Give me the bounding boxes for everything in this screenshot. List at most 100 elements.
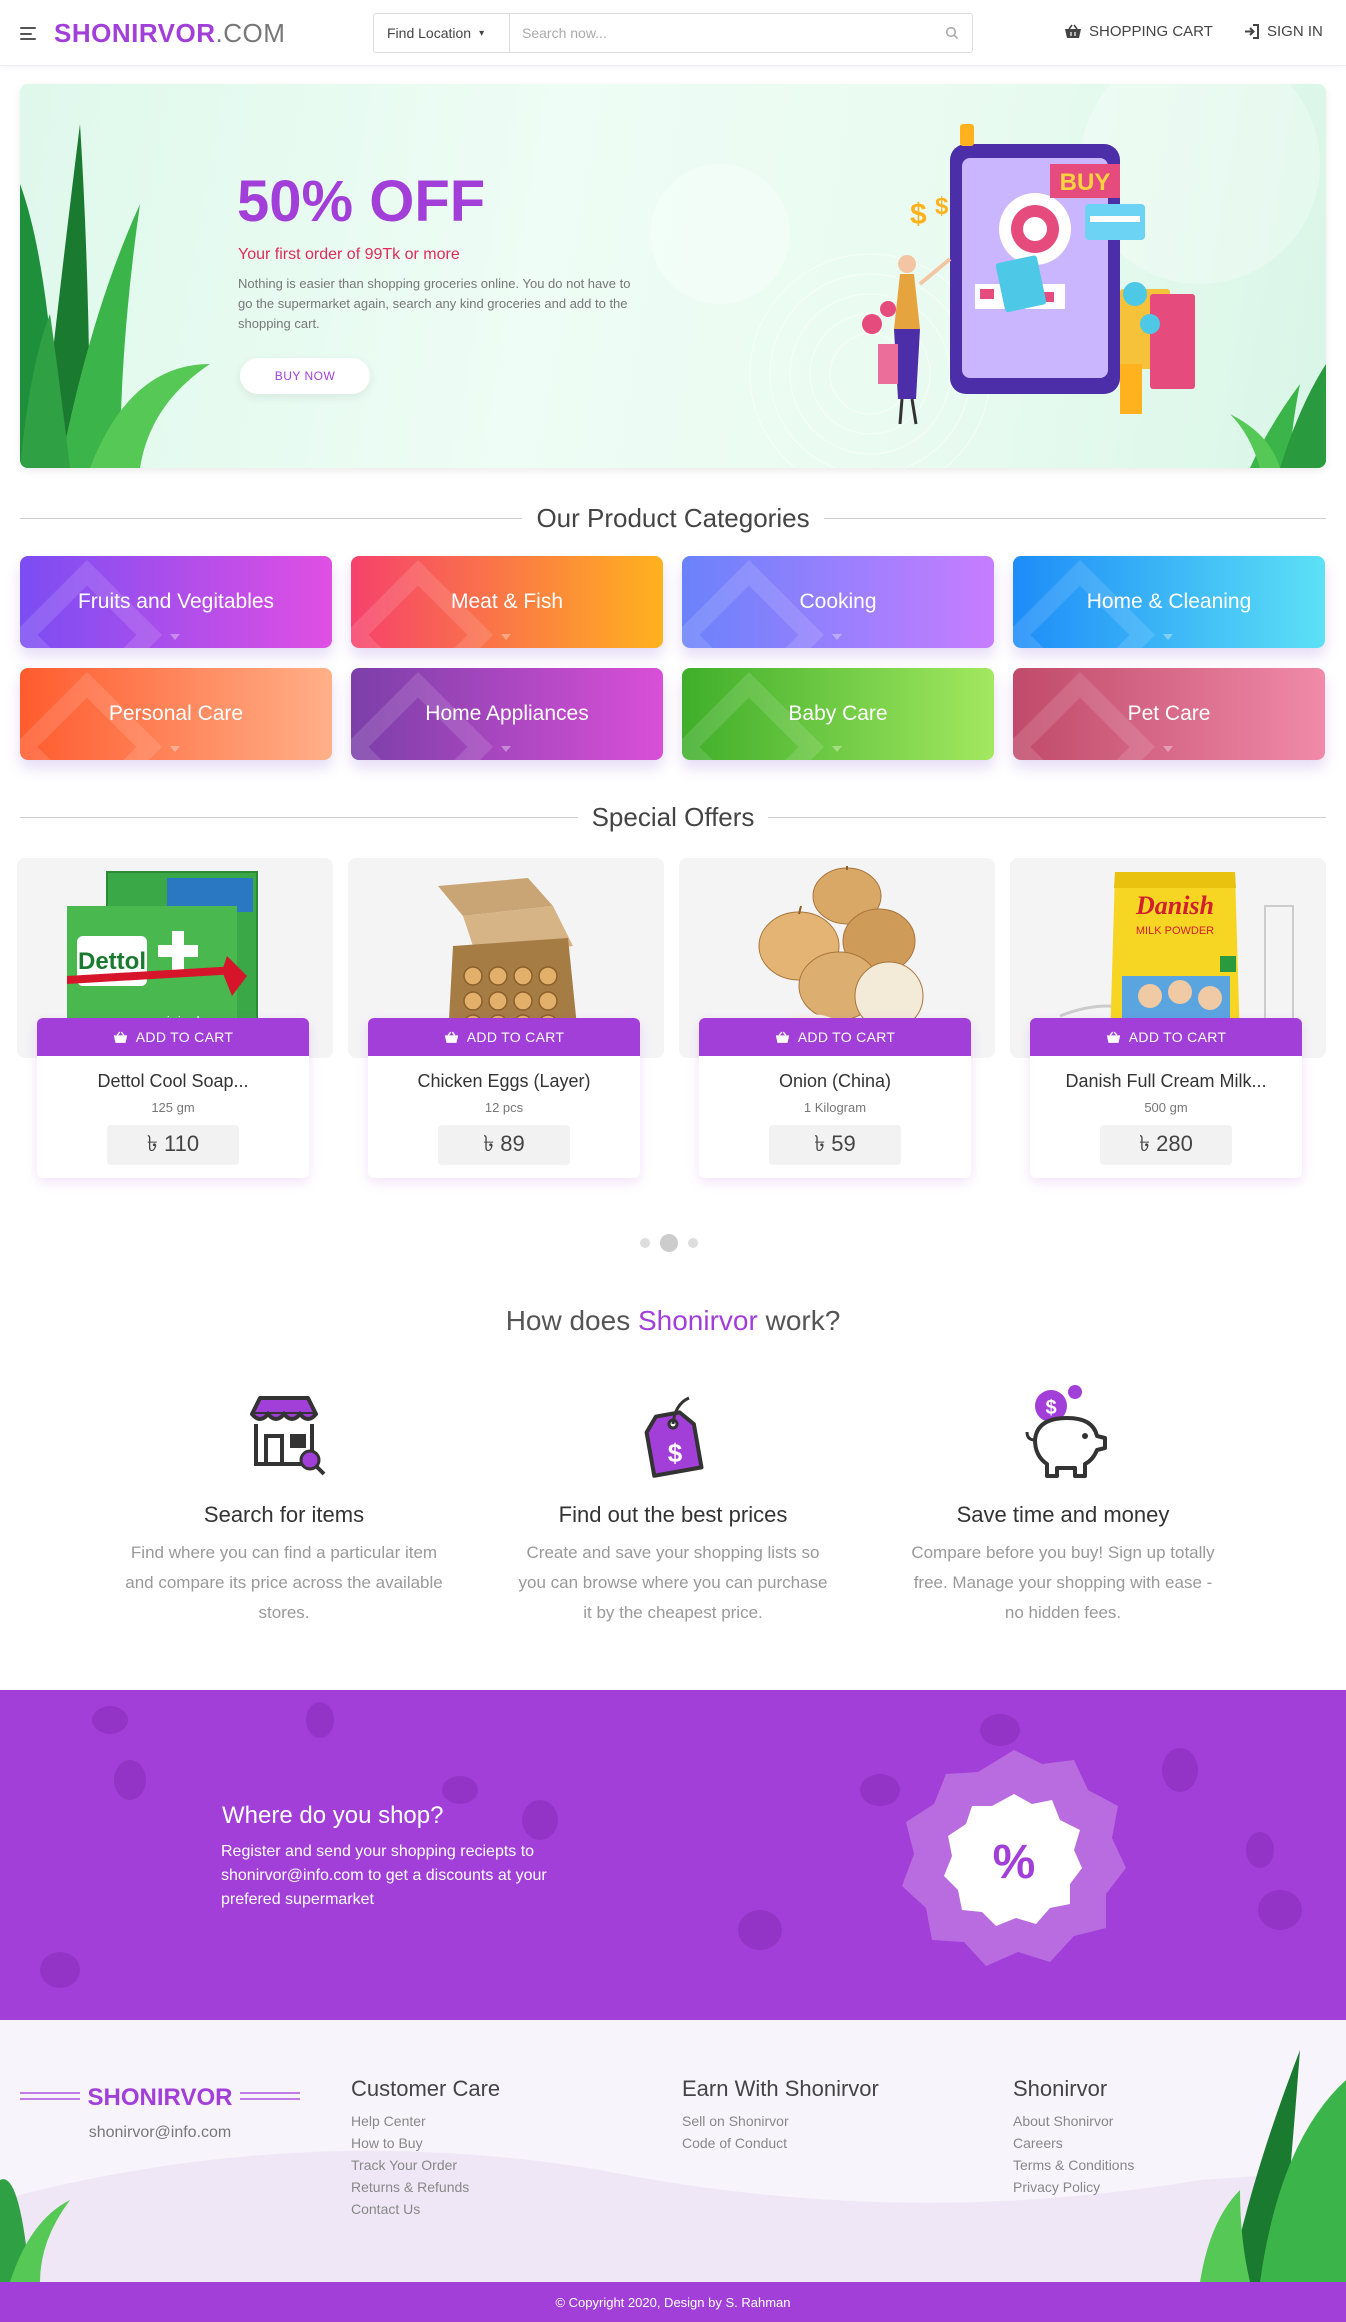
product-name[interactable]: Chicken Eggs (Layer) xyxy=(368,1071,640,1092)
product-unit: 125 gm xyxy=(151,1100,195,1115)
footer-email[interactable]: shonirvor@info.com xyxy=(20,2124,300,2142)
product-image[interactable] xyxy=(378,866,634,1042)
category-label: Fruits and Vegitables xyxy=(77,590,275,613)
category-tile[interactable]: Fruits and Vegitables xyxy=(20,556,332,648)
svg-text:BUY: BUY xyxy=(1060,169,1111,196)
category-label: Meat & Fish xyxy=(450,590,564,613)
band-text: Register and send your shopping reciepts… xyxy=(221,1843,547,1908)
product-price: ৳ 280 xyxy=(1100,1125,1232,1165)
step-title: Find out the best prices xyxy=(558,1502,788,1527)
footer-link-help-center[interactable]: Help Center xyxy=(351,2110,500,2132)
svg-text:$: $ xyxy=(668,1438,683,1468)
footer-column-title: Shonirvor xyxy=(1013,2076,1108,2101)
carousel-pagination xyxy=(640,1234,698,1252)
footer-background-art xyxy=(0,2050,1346,2282)
category-tile[interactable]: Home Appliances xyxy=(351,668,663,760)
step-save-money: $ Save time and money Compare before you… xyxy=(903,1384,1223,1628)
add-to-cart-button[interactable]: ADD TO CART xyxy=(699,1018,971,1056)
step-best-prices: $ Find out the best prices Create and sa… xyxy=(513,1384,833,1628)
search-input[interactable]: Search now... xyxy=(510,25,932,41)
carousel-dot[interactable] xyxy=(688,1238,698,1248)
step-text: Compare before you buy! Sign up totally … xyxy=(911,1543,1215,1622)
svg-text:$: $ xyxy=(1045,1397,1056,1419)
step-text: Find where you can find a particular ite… xyxy=(125,1543,443,1622)
svg-text:Danish: Danish xyxy=(1135,891,1214,920)
product-info-card: ADD TO CART Danish Full Cream Milk... 500 … xyxy=(1030,1018,1302,1178)
product-image[interactable] xyxy=(709,866,965,1042)
footer-link-contact[interactable]: Contact Us xyxy=(351,2198,500,2220)
shopping-cart-link[interactable]: SHOPPING CART xyxy=(1064,23,1213,40)
category-tile[interactable]: Home & Cleaning xyxy=(1013,556,1325,648)
step-title: Search for items xyxy=(203,1502,365,1527)
basket-icon xyxy=(775,1031,789,1043)
product-card[interactable]: ADD TO CART Onion (China) 1 Kilogram ৳ 59 xyxy=(679,858,995,1188)
category-tile[interactable]: Meat & Fish xyxy=(351,556,663,648)
product-image[interactable]: Dettoloriginal xyxy=(47,866,303,1042)
category-tile[interactable]: Pet Care xyxy=(1013,668,1325,760)
product-card[interactable]: ADD TO CART Chicken Eggs (Layer) 12 pcs ৳ 8… xyxy=(348,858,664,1188)
footer-link-privacy[interactable]: Privacy Policy xyxy=(1013,2176,1134,2198)
price-tag-icon: $ xyxy=(623,1384,723,1484)
footer: SHONIRVOR shonirvor@info.com Customer Ca… xyxy=(0,2020,1346,2282)
how-it-works-title: How does Shonirvor work? xyxy=(505,1305,841,1336)
hamburger-menu-icon[interactable] xyxy=(20,27,36,40)
add-to-cart-button[interactable]: ADD TO CART xyxy=(37,1018,309,1056)
product-card[interactable]: DettoloriginalADD TO CART Dettol Cool Soa… xyxy=(17,858,333,1188)
product-unit: 500 gm xyxy=(1144,1100,1188,1115)
categories-section-title: Our Product Categories xyxy=(20,503,1326,533)
footer-link-careers[interactable]: Careers xyxy=(1013,2132,1134,2154)
footer-link-returns[interactable]: Returns & Refunds xyxy=(351,2176,500,2198)
copyright-bar: © Copyright 2020, Design by S. Rahman xyxy=(0,2282,1346,2322)
product-card[interactable]: Danish MILK POWDER ADD TO CART Danish Full … xyxy=(1010,858,1326,1188)
product-price: ৳ 110 xyxy=(107,1125,239,1165)
carousel-dot[interactable] xyxy=(640,1238,650,1248)
add-to-cart-button[interactable]: ADD TO CART xyxy=(368,1018,640,1056)
product-unit: 12 pcs xyxy=(484,1100,524,1115)
product-info-card: ADD TO CART Onion (China) 1 Kilogram ৳ 59 xyxy=(699,1018,971,1178)
footer-link-terms[interactable]: Terms & Conditions xyxy=(1013,2154,1134,2176)
category-tile[interactable]: Cooking xyxy=(682,556,994,648)
location-dropdown[interactable]: Find Location ▾ xyxy=(374,14,510,52)
band-title: Where do you shop? xyxy=(222,1802,444,1829)
product-info-card: ADD TO CART Chicken Eggs (Layer) 12 pcs ৳ 8… xyxy=(368,1018,640,1178)
svg-text:$: $ xyxy=(935,193,949,220)
category-label: Home Appliances xyxy=(425,702,589,725)
basket-icon xyxy=(1065,24,1081,38)
product-name[interactable]: Onion (China) xyxy=(699,1071,971,1092)
footer-column-shonirvor: Shonirvor About Shonirvor Careers Terms … xyxy=(1013,2076,1134,2198)
step-text: Create and save your shopping lists so y… xyxy=(518,1543,828,1622)
footer-link-track-order[interactable]: Track Your Order xyxy=(351,2154,500,2176)
product-name[interactable]: Dettol Cool Soap... xyxy=(37,1071,309,1092)
category-tile[interactable]: Personal Care xyxy=(20,668,332,760)
basket-icon xyxy=(113,1031,127,1043)
discount-badge-icon: % xyxy=(902,1750,1126,1966)
category-label: Personal Care xyxy=(108,702,244,725)
footer-link-sell[interactable]: Sell on Shonirvor xyxy=(682,2110,879,2132)
footer-column-title: Earn With Shonirvor xyxy=(682,2076,879,2101)
basket-icon xyxy=(1106,1031,1120,1043)
product-info-card: ADD TO CART Dettol Cool Soap... 125 gm ৳ 11… xyxy=(37,1018,309,1178)
footer-link-about[interactable]: About Shonirvor xyxy=(1013,2110,1134,2132)
site-logo[interactable]: SHONIRVOR.COM xyxy=(54,18,285,49)
footer-brand[interactable]: SHONIRVOR xyxy=(20,2084,300,2112)
search-icon[interactable] xyxy=(932,26,972,40)
hero-description: Nothing is easier than shopping grocerie… xyxy=(238,276,631,331)
product-unit: 1 Kilogram xyxy=(803,1100,867,1115)
category-tile[interactable]: Baby Care xyxy=(682,668,994,760)
band-background-shapes: % xyxy=(40,1702,1302,1988)
sign-in-link[interactable]: SIGN IN xyxy=(1244,23,1323,40)
carousel-dot-active[interactable] xyxy=(660,1234,678,1252)
category-label: Pet Care xyxy=(1127,702,1211,725)
hero-title: 50% OFF xyxy=(237,169,486,234)
buy-now-button[interactable]: BUY NOW xyxy=(240,358,370,394)
product-name[interactable]: Danish Full Cream Milk... xyxy=(1030,1071,1302,1092)
add-to-cart-button[interactable]: ADD TO CART xyxy=(1030,1018,1302,1056)
category-label: Cooking xyxy=(799,590,877,613)
top-navbar: SHONIRVOR.COM Find Location ▾ Search now.… xyxy=(0,0,1346,66)
footer-link-how-to-buy[interactable]: How to Buy xyxy=(351,2132,500,2154)
category-label: Baby Care xyxy=(788,702,888,725)
product-image[interactable]: Danish MILK POWDER xyxy=(1040,866,1296,1042)
footer-link-code-of-conduct[interactable]: Code of Conduct xyxy=(682,2132,879,2154)
product-price: ৳ 89 xyxy=(438,1125,570,1165)
sign-in-icon xyxy=(1245,24,1259,39)
